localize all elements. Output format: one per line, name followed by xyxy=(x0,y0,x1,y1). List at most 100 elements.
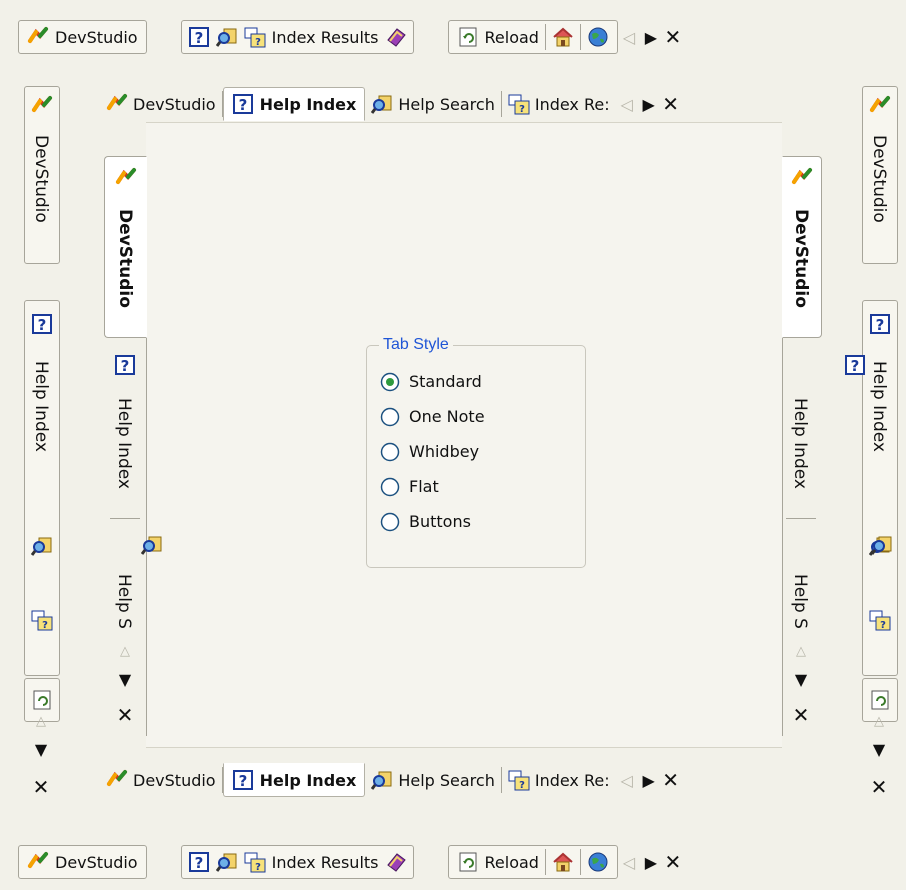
radio-unselected-icon xyxy=(379,511,401,533)
separator xyxy=(579,24,581,50)
svg-text:?: ? xyxy=(851,357,860,375)
scroll-up-arrow[interactable]: △ xyxy=(790,636,812,666)
close-button[interactable]: ✕ xyxy=(660,89,682,119)
right-inner-help-index-label[interactable]: Help Index xyxy=(790,398,810,489)
index-results-icon: ? xyxy=(244,851,266,873)
doc-tab-devstudio[interactable]: DevStudio xyxy=(100,763,222,797)
left-outer-help-index-tab[interactable]: ? Help Index ? xyxy=(24,300,60,700)
top-help-index-tab[interactable]: ? ? Index Results xyxy=(180,20,414,54)
left-outer-devstudio-tab[interactable]: DevStudio xyxy=(24,86,60,264)
doc-tab-help-index[interactable]: ? Help Index xyxy=(222,763,366,797)
doc-tab-help-index-label: Help Index xyxy=(259,94,357,114)
bottom-help-index-tab[interactable]: ? ? Index Results xyxy=(180,845,414,879)
close-button[interactable]: ✕ xyxy=(662,847,684,877)
radio-one-note[interactable]: One Note xyxy=(379,399,573,434)
help-search-icon xyxy=(215,26,238,48)
bottom-devstudio-tab[interactable]: DevStudio xyxy=(18,845,147,879)
devstudio-icon xyxy=(115,167,137,189)
close-button[interactable]: ✕ xyxy=(30,772,52,802)
top-devstudio-tab[interactable]: DevStudio xyxy=(18,20,147,54)
globe-icon xyxy=(587,851,609,873)
radio-unselected-icon xyxy=(379,406,401,428)
svg-text:?: ? xyxy=(238,96,247,114)
close-button[interactable]: ✕ xyxy=(868,772,890,802)
radio-label: Standard xyxy=(409,372,482,391)
scroll-down-arrow[interactable]: ▼ xyxy=(30,734,52,764)
radio-standard[interactable]: Standard xyxy=(379,364,573,399)
scroll-left-arrow[interactable]: ◁ xyxy=(618,22,640,52)
scroll-left-arrow[interactable]: ◁ xyxy=(618,847,640,877)
radio-whidbey[interactable]: Whidbey xyxy=(379,434,573,469)
radio-unselected-icon xyxy=(379,476,401,498)
radio-flat[interactable]: Flat xyxy=(379,469,573,504)
help-search-icon xyxy=(31,535,53,557)
help-index-icon: ? xyxy=(869,313,891,335)
svg-text:?: ? xyxy=(194,854,203,872)
radio-buttons[interactable]: Buttons xyxy=(379,504,573,539)
help-index-icon: ? xyxy=(844,354,866,376)
doc-tab-devstudio[interactable]: DevStudio xyxy=(100,87,222,121)
radio-label: One Note xyxy=(409,407,485,426)
help-index-icon: ? xyxy=(114,354,136,376)
left-inner-help-search-label[interactable]: Help S xyxy=(114,574,134,629)
reload-icon xyxy=(457,26,479,48)
top-reload-tab[interactable]: Reload xyxy=(447,20,618,54)
scroll-up-arrow[interactable]: △ xyxy=(868,706,890,736)
separator xyxy=(110,518,140,519)
doc-tab-index-results[interactable]: ? Index Re: xyxy=(502,87,616,121)
radio-label: Whidbey xyxy=(409,442,480,461)
top-index-results-label: Index Results xyxy=(271,27,379,47)
bottom-reload-label: Reload xyxy=(484,852,539,872)
right-inner-devstudio-tab[interactable]: DevStudio xyxy=(782,156,822,338)
right-outer-devstudio-tab[interactable]: DevStudio xyxy=(862,86,898,264)
top-devstudio-label: DevStudio xyxy=(55,27,138,47)
help-search-icon xyxy=(141,534,163,556)
close-button[interactable]: ✕ xyxy=(662,22,684,52)
close-button[interactable]: ✕ xyxy=(660,765,682,795)
devstudio-icon xyxy=(106,93,128,115)
scroll-down-arrow[interactable]: ▼ xyxy=(114,664,136,694)
right-inner-help-search-label[interactable]: Help S xyxy=(790,574,810,629)
svg-text:?: ? xyxy=(519,104,525,115)
help-index-icon: ? xyxy=(232,769,254,791)
scroll-right-arrow[interactable]: ▶ xyxy=(640,22,662,52)
devstudio-icon xyxy=(31,95,53,117)
globe-icon xyxy=(587,26,609,48)
top-toolbar: DevStudio ? ? Index Results Reload ◁ ▶ ✕ xyxy=(18,20,684,54)
scroll-right-arrow[interactable]: ▶ xyxy=(638,765,660,795)
devstudio-icon xyxy=(27,26,49,48)
scroll-down-arrow[interactable]: ▼ xyxy=(868,734,890,764)
scroll-down-arrow[interactable]: ▼ xyxy=(790,664,812,694)
doc-tab-help-search[interactable]: Help Search xyxy=(365,87,501,121)
top-reload-label: Reload xyxy=(484,27,539,47)
doc-tab-index-results[interactable]: ? Index Re: xyxy=(502,763,616,797)
radio-list: Standard One Note Whidbey Flat Buttons xyxy=(379,364,573,539)
bottom-devstudio-label: DevStudio xyxy=(55,852,138,872)
tab-style-group: Tab Style Standard One Note Whidbey Flat… xyxy=(366,336,586,568)
close-button[interactable]: ✕ xyxy=(114,700,136,730)
help-index-icon: ? xyxy=(188,26,210,48)
close-button[interactable]: ✕ xyxy=(790,700,812,730)
svg-text:?: ? xyxy=(255,862,261,873)
right-inner-devstudio-label: DevStudio xyxy=(791,209,811,308)
left-inner-devstudio-tab[interactable]: DevStudio xyxy=(104,156,147,338)
radio-selected-icon xyxy=(379,371,401,393)
devstudio-icon xyxy=(791,167,813,189)
scroll-right-arrow[interactable]: ▶ xyxy=(638,89,660,119)
right-outer-help-index-tab[interactable]: ? Help Index ? xyxy=(862,300,898,700)
help-search-icon xyxy=(371,769,393,791)
doc-tab-help-index[interactable]: ? Help Index xyxy=(222,87,366,121)
scroll-left-arrow[interactable]: ◁ xyxy=(616,89,638,119)
svg-text:?: ? xyxy=(880,620,886,631)
scroll-right-arrow[interactable]: ▶ xyxy=(640,847,662,877)
doc-tab-help-search[interactable]: Help Search xyxy=(365,763,501,797)
scroll-up-arrow[interactable]: △ xyxy=(114,636,136,666)
left-inner-help-index-label[interactable]: Help Index xyxy=(114,398,134,489)
scroll-left-arrow[interactable]: ◁ xyxy=(616,765,638,795)
svg-text:?: ? xyxy=(255,37,261,48)
bottom-index-results-label: Index Results xyxy=(271,852,379,872)
index-results-icon: ? xyxy=(869,609,891,631)
separator xyxy=(579,849,581,875)
scroll-up-arrow[interactable]: △ xyxy=(30,706,52,736)
bottom-reload-tab[interactable]: Reload xyxy=(447,845,618,879)
